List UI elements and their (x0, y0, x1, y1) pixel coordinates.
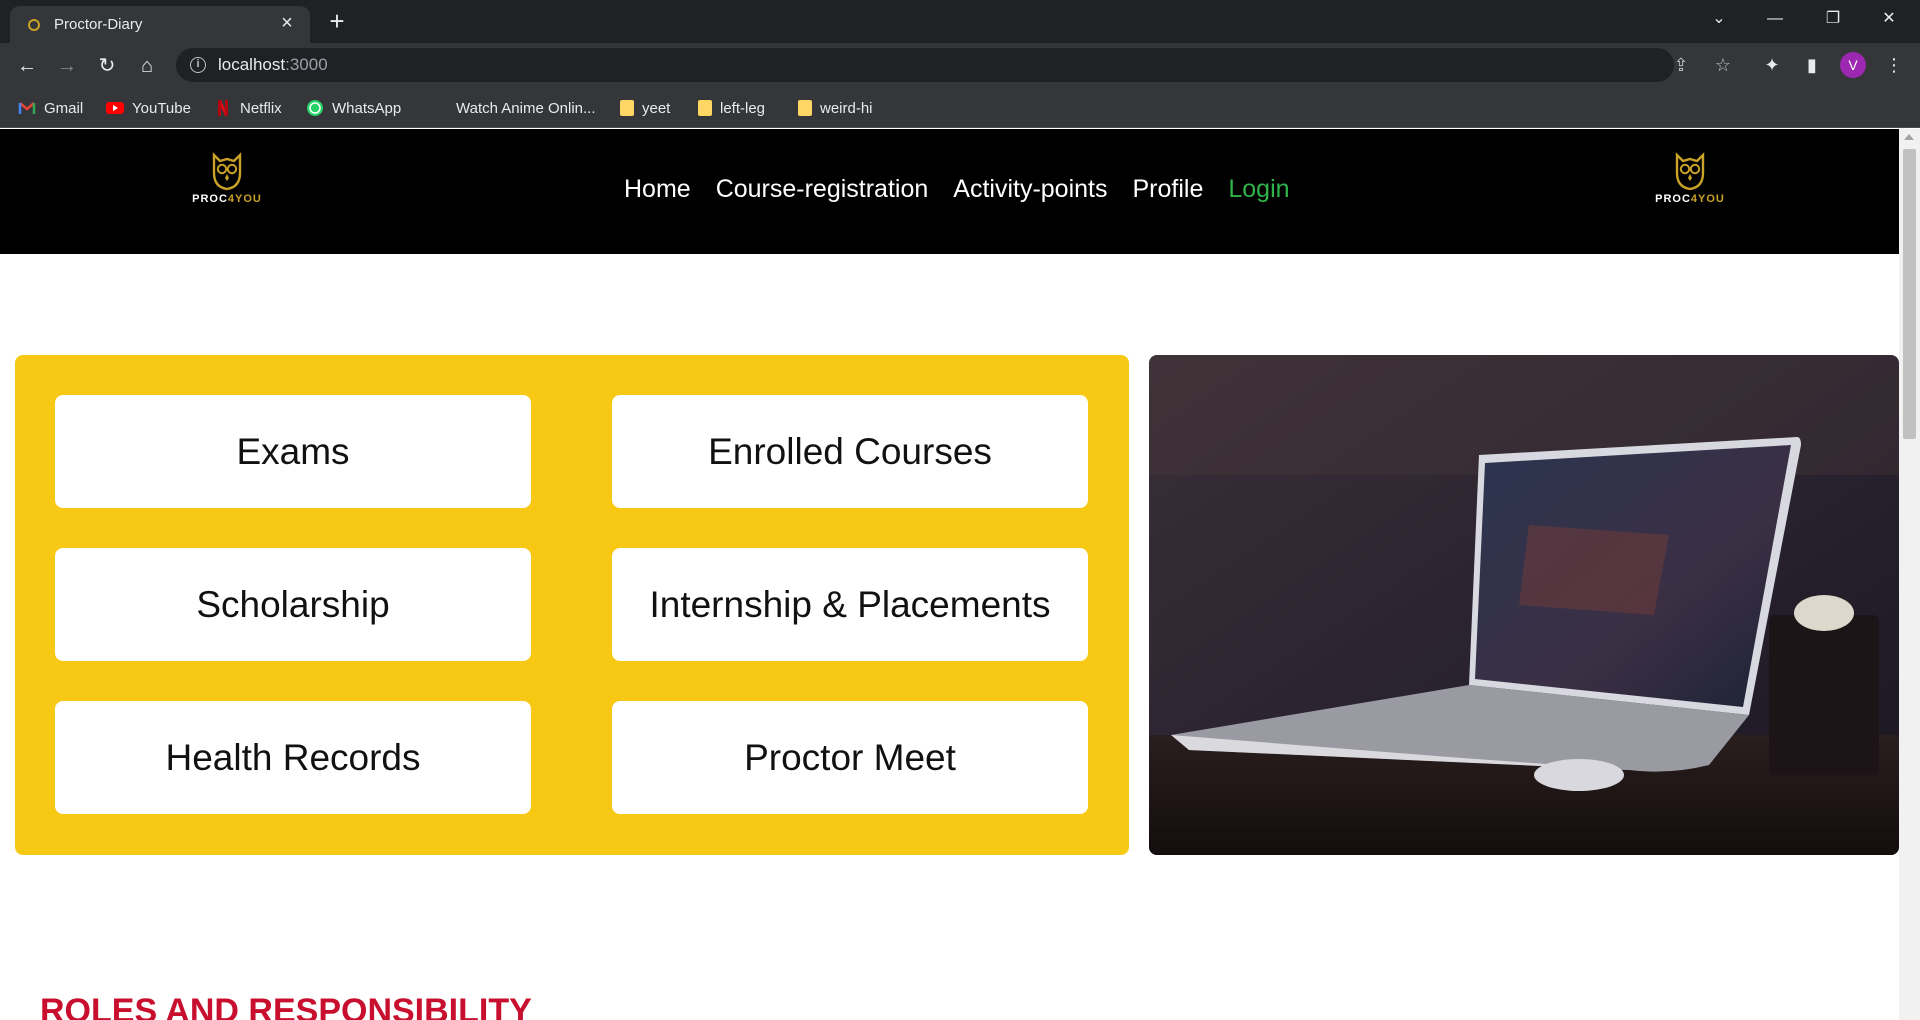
nav-course-registration[interactable]: Course-registration (716, 175, 929, 204)
card-proctor-meet[interactable]: Proctor Meet (612, 701, 1088, 814)
tab-title: Proctor-Diary (54, 16, 143, 33)
bookmarks-bar: Gmail YouTube Netflix WhatsApp Watch Ani… (0, 88, 1920, 128)
extensions-icon[interactable]: ✦ (1758, 51, 1786, 79)
bookmark-folder-weird-hi[interactable]: weird-hi (798, 96, 873, 120)
gmail-icon (18, 102, 36, 114)
youtube-icon (106, 102, 124, 114)
tab-search-icon[interactable]: ⌄ (1696, 4, 1742, 34)
nav-activity-points[interactable]: Activity-points (953, 175, 1107, 204)
site-logo-left[interactable]: PROC4YOU (185, 151, 269, 215)
bookmark-watch-anime[interactable]: Watch Anime Onlin... (430, 96, 596, 120)
browser-toolbar: ← → ↻ ⌂ i localhost:3000 ⇪ ☆ ✦ ▮ V ⋮ (0, 43, 1920, 88)
nav-home[interactable]: Home (624, 175, 691, 204)
url-text: localhost:3000 (218, 55, 328, 74)
scroll-up-arrow-icon[interactable] (1904, 134, 1914, 140)
folder-icon (798, 100, 812, 116)
new-tab-icon[interactable]: + (322, 6, 352, 36)
owl-favicon-icon (28, 19, 40, 31)
bookmark-star-icon[interactable]: ☆ (1712, 54, 1734, 76)
card-health-records[interactable]: Health Records (55, 701, 531, 814)
back-icon[interactable]: ← (12, 51, 42, 81)
menu-kebab-icon[interactable]: ⋮ (1880, 51, 1908, 79)
nav-profile[interactable]: Profile (1133, 175, 1204, 204)
reload-icon[interactable]: ↻ (92, 51, 122, 81)
card-exams[interactable]: Exams (55, 395, 531, 508)
netflix-icon (218, 100, 228, 116)
close-window-icon[interactable]: ✕ (1866, 4, 1912, 34)
profile-avatar[interactable]: V (1840, 52, 1866, 78)
home-icon[interactable]: ⌂ (132, 51, 162, 81)
site-logo-right[interactable]: PROC4YOU (1648, 151, 1732, 215)
whatsapp-icon (307, 100, 323, 116)
tab-close-icon[interactable]: × (276, 12, 298, 34)
side-panel-icon[interactable]: ▮ (1798, 51, 1826, 79)
browser-tab[interactable]: Proctor-Diary × (10, 6, 310, 43)
page-viewport: PROC4YOU Home Course-registration Activi… (0, 129, 1899, 1020)
scroll-thumb[interactable] (1903, 149, 1916, 439)
restore-icon[interactable]: ❐ (1810, 4, 1856, 34)
blank-page-icon (430, 99, 448, 117)
nav-login[interactable]: Login (1228, 175, 1289, 204)
bookmark-netflix[interactable]: Netflix (214, 96, 282, 120)
main-nav: Home Course-registration Activity-points… (624, 175, 1290, 204)
page-scrollbar[interactable] (1899, 129, 1920, 1020)
minimize-icon[interactable]: — (1752, 4, 1798, 34)
hero-laptop-image (1149, 355, 1899, 855)
card-scholarship[interactable]: Scholarship (55, 548, 531, 661)
forward-icon[interactable]: → (52, 51, 82, 81)
roles-section-title: ROLES AND RESPONSIBILITY (40, 992, 532, 1020)
bookmark-gmail[interactable]: Gmail (18, 96, 83, 120)
bookmark-folder-yeet[interactable]: yeet (620, 96, 670, 120)
bookmark-folder-left-leg[interactable]: left-leg (698, 96, 765, 120)
site-info-icon[interactable]: i (190, 57, 206, 73)
card-internship-placements[interactable]: Internship & Placements (612, 548, 1088, 661)
folder-icon (620, 100, 634, 116)
laptop-illustration (1149, 355, 1899, 855)
browser-tab-bar: Proctor-Diary × + ⌄ — ❐ ✕ (0, 0, 1920, 43)
dashboard-panel: Exams Enrolled Courses Scholarship Inter… (15, 355, 1129, 855)
share-icon[interactable]: ⇪ (1670, 54, 1692, 76)
owl-logo-icon (1675, 152, 1705, 191)
bookmark-whatsapp[interactable]: WhatsApp (306, 96, 401, 120)
folder-icon (698, 100, 712, 116)
site-navbar: PROC4YOU Home Course-registration Activi… (0, 129, 1899, 254)
card-enrolled-courses[interactable]: Enrolled Courses (612, 395, 1088, 508)
address-bar[interactable]: i localhost:3000 ⇪ ☆ (176, 48, 1731, 82)
bookmark-youtube[interactable]: YouTube (106, 96, 191, 120)
owl-logo-icon (212, 152, 242, 191)
